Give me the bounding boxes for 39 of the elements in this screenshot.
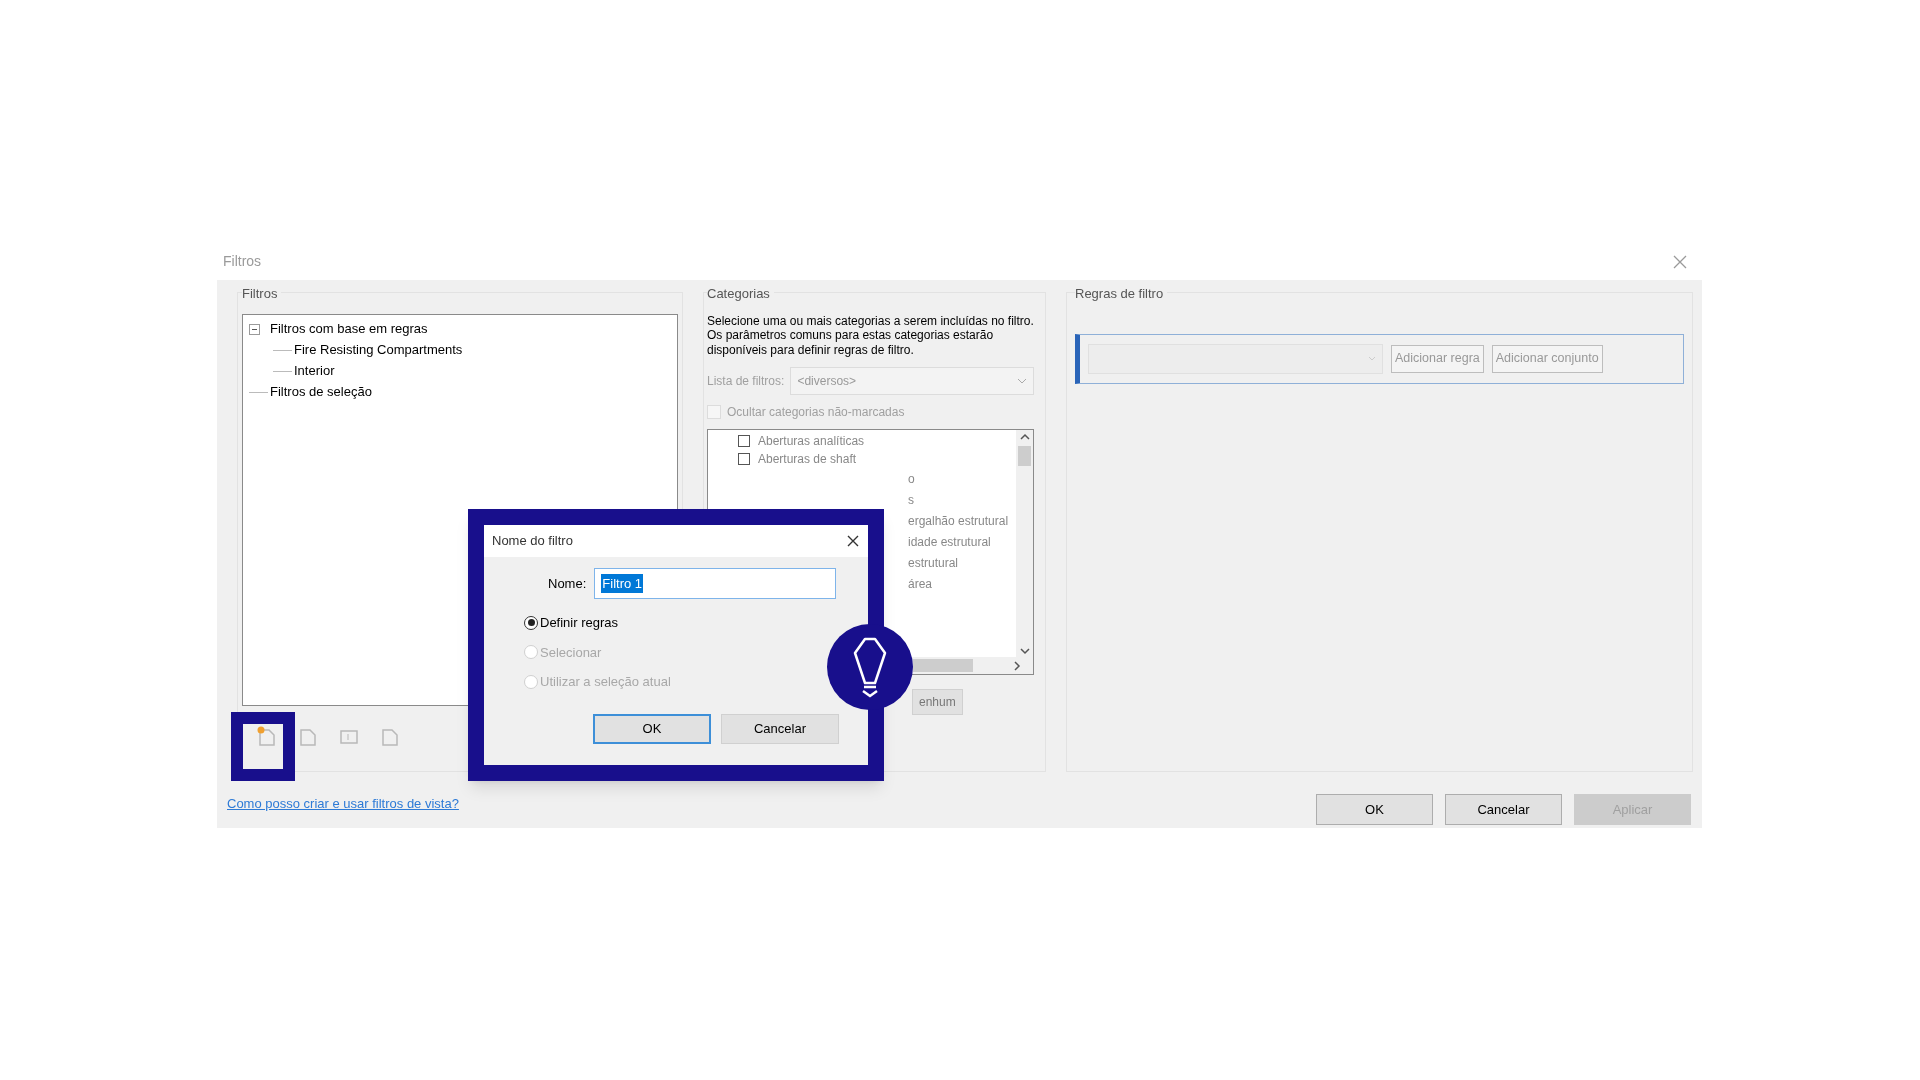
checkbox[interactable] bbox=[738, 453, 750, 465]
category-item: Aberturas de shaft bbox=[758, 451, 857, 468]
category-item: ergalhão estrutural bbox=[908, 512, 1009, 530]
scrollbar-thumb[interactable] bbox=[1018, 446, 1031, 466]
field-label: Lista de filtros: bbox=[707, 373, 785, 390]
dialog-button[interactable]: Cancelar bbox=[721, 713, 839, 744]
add-rule-button[interactable]: Adicionar conjunto bbox=[1491, 344, 1603, 373]
description-text: Selecione uma ou mais categorias a serem incluídas no filtro. Os parâmetros comuns para estas categorias estarão disponíveis para definir regras de filtro. bbox=[707, 313, 1035, 357]
help-link[interactable]: Como posso criar e usar filtros de vista? bbox=[227, 793, 459, 814]
add-rule-button[interactable]: Adicionar regra bbox=[1391, 344, 1484, 373]
tree-item[interactable]: Filtros com base em regras bbox=[270, 319, 428, 339]
collapse-icon[interactable] bbox=[249, 323, 260, 335]
field-label: Nome: bbox=[548, 574, 587, 593]
partial-button[interactable]: enhum bbox=[912, 689, 963, 715]
dialog-button[interactable]: Cancelar bbox=[1445, 794, 1562, 825]
chevron-down-icon bbox=[1368, 356, 1376, 361]
close-icon[interactable] bbox=[846, 534, 860, 548]
category-item: idade estrutural bbox=[908, 533, 991, 551]
dialog-button[interactable]: OK bbox=[1316, 794, 1433, 825]
name-input[interactable]: Filtro 1 bbox=[594, 568, 837, 599]
tree-item[interactable]: Fire Resisting Compartments bbox=[294, 340, 463, 360]
highlight-frame bbox=[231, 712, 295, 781]
dialog-title: Nome do filtro bbox=[492, 532, 573, 551]
category-item: estrutural bbox=[908, 554, 959, 572]
tree-item[interactable]: Interior bbox=[294, 361, 335, 381]
dialog-button[interactable]: OK bbox=[593, 713, 711, 744]
checkbox[interactable] bbox=[738, 435, 750, 447]
window-title: Filtros bbox=[223, 252, 262, 271]
radio-option[interactable]: Definir regras bbox=[524, 613, 868, 633]
tree-item[interactable]: Filtros de seleção bbox=[270, 382, 372, 402]
category-item: área bbox=[908, 575, 933, 593]
lightbulb-icon bbox=[852, 635, 888, 699]
category-item: s bbox=[908, 491, 914, 509]
chevron-down-icon bbox=[1017, 378, 1027, 384]
category-item: Aberturas analíticas bbox=[758, 433, 865, 450]
scrollbar-thumb[interactable] bbox=[913, 659, 973, 672]
chevron-right-icon[interactable] bbox=[1013, 660, 1021, 671]
new-document-icon[interactable] bbox=[256, 725, 278, 748]
category-item: o bbox=[908, 470, 915, 488]
